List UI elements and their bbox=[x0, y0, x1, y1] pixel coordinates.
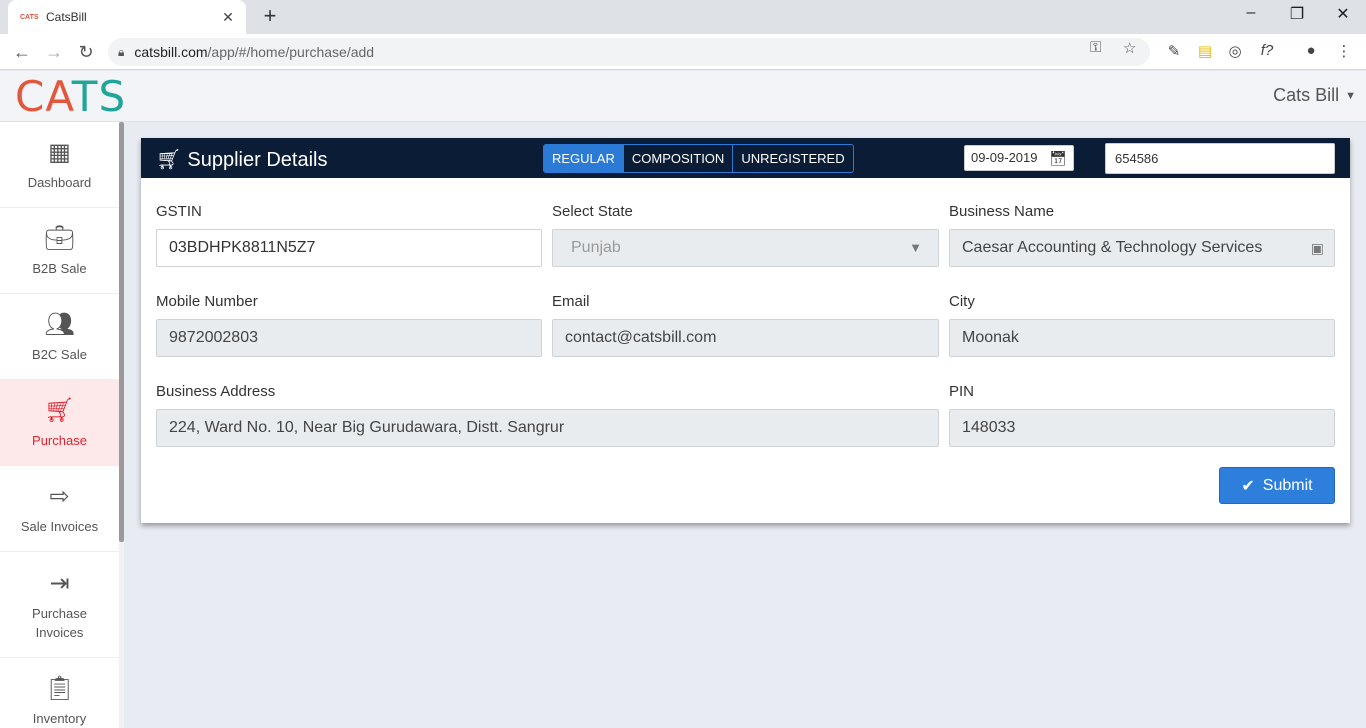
sidebar-scrollbar[interactable] bbox=[119, 122, 124, 728]
state-select[interactable]: Punjab ▼ bbox=[552, 229, 939, 267]
business-name-value: Caesar Accounting & Technology Services bbox=[962, 239, 1263, 256]
tab-title: CatsBill bbox=[46, 10, 87, 24]
caret-down-icon: ▼ bbox=[1345, 90, 1356, 103]
city-input[interactable]: Moonak bbox=[949, 319, 1335, 357]
profile-avatar[interactable]: ● bbox=[1300, 42, 1322, 59]
address-bar[interactable]: 🔒︎ catsbill.com/app/#/home/purchase/add bbox=[108, 38, 1150, 66]
lock-icon: 🔒︎ bbox=[118, 44, 125, 59]
sidebar-item-b2b-sale[interactable]: 💼︎ B2B Sale bbox=[0, 208, 119, 294]
sidebar-item-sale-invoices[interactable]: ⇨ Sale Invoices bbox=[0, 466, 119, 552]
business-name-input[interactable]: Caesar Accounting & Technology Services … bbox=[949, 229, 1335, 267]
type-regular-button[interactable]: REGULAR bbox=[544, 145, 624, 172]
sidebar-item-purchase-invoices[interactable]: ⇥ Purchase Invoices bbox=[0, 552, 119, 658]
new-tab-button[interactable]: + bbox=[258, 5, 282, 27]
pin-label: PIN bbox=[949, 383, 975, 400]
star-icon[interactable]: ☆ bbox=[1123, 39, 1136, 57]
type-composition-button[interactable]: COMPOSITION bbox=[624, 145, 734, 172]
supplier-type-toggle: REGULAR COMPOSITION UNREGISTERED bbox=[543, 144, 854, 173]
sidebar-item-label: Inventory bbox=[32, 711, 87, 726]
cart-icon: 🛒︎ bbox=[156, 149, 182, 171]
date-input[interactable]: 09-09-2019 📅︎ bbox=[964, 145, 1074, 171]
user-name: Cats Bill bbox=[1273, 85, 1340, 105]
sidebar-item-label: Sale Invoices bbox=[20, 519, 99, 534]
gstin-input[interactable]: 03BDHPK8811N5Z7 bbox=[156, 229, 542, 267]
browser-tab[interactable]: CATS CatsBill ✕ bbox=[8, 0, 246, 34]
pin-input[interactable]: 148033 bbox=[949, 409, 1335, 447]
cats-logo[interactable]: CATS bbox=[15, 76, 126, 118]
back-icon[interactable]: ← bbox=[10, 40, 34, 64]
sidebar-item-purchase[interactable]: 🛒︎ Purchase bbox=[0, 380, 119, 466]
browser-tabstrip: CATS CatsBill ✕ + – ❐ ✕ bbox=[0, 0, 1366, 34]
address-label: Business Address bbox=[156, 383, 276, 400]
minimize-icon[interactable]: – bbox=[1228, 4, 1274, 22]
check-icon: ✔ bbox=[1241, 477, 1255, 495]
gstin-label: GSTIN bbox=[156, 203, 202, 220]
card-title: 🛒︎ Supplier Details bbox=[156, 149, 328, 171]
user-menu[interactable]: Cats Bill ▼ bbox=[1273, 85, 1356, 106]
submit-button[interactable]: ✔ Submit bbox=[1219, 467, 1335, 504]
card-header: 🛒︎ Supplier Details REGULAR COMPOSITION U… bbox=[141, 138, 1350, 178]
sidebar-item-dashboard[interactable]: ▦ Dashboard bbox=[0, 122, 119, 208]
sidebar-item-inventory[interactable]: 📋︎ Inventory bbox=[0, 658, 119, 728]
contact-card-icon: ▣ bbox=[1310, 240, 1324, 256]
sidebar-item-b2c-sale[interactable]: 👥︎ B2C Sale bbox=[0, 294, 119, 380]
export-icon: ⇨ bbox=[49, 483, 70, 510]
maximize-icon[interactable]: ❐ bbox=[1274, 4, 1320, 24]
clipboard-icon: 📋︎ bbox=[44, 675, 75, 702]
state-label: Select State bbox=[552, 203, 633, 220]
extension-note-icon[interactable]: ▤ bbox=[1194, 42, 1216, 60]
dropdown-arrow-icon: ▼ bbox=[909, 240, 922, 255]
invoice-number-input[interactable]: 654586 bbox=[1105, 143, 1335, 174]
url-path: /app/#/home/purchase/add bbox=[207, 44, 375, 60]
briefcase-check-icon: 💼︎ bbox=[44, 225, 75, 252]
tab-close-icon[interactable]: ✕ bbox=[220, 9, 236, 26]
business-name-label: Business Name bbox=[949, 203, 1055, 220]
mobile-label: Mobile Number bbox=[156, 293, 258, 310]
cart-icon: 🛒︎ bbox=[44, 397, 75, 424]
sidebar-item-label: B2B Sale bbox=[32, 261, 87, 276]
email-input[interactable]: contact@catsbill.com bbox=[552, 319, 939, 357]
sidebar-item-label: Dashboard bbox=[27, 175, 92, 190]
browser-toolbar: ← → ↻ 🔒︎ catsbill.com/app/#/home/purchas… bbox=[0, 34, 1366, 70]
sidebar: ▦ Dashboard 💼︎ B2B Sale 👥︎ B2C Sale 🛒︎ P… bbox=[0, 122, 119, 728]
close-window-icon[interactable]: ✕ bbox=[1320, 4, 1366, 24]
forward-icon[interactable]: → bbox=[42, 40, 66, 64]
people-icon: 👥︎ bbox=[44, 311, 75, 338]
dashboard-icon: ▦ bbox=[48, 139, 71, 166]
supplier-details-card: 🛒︎ Supplier Details REGULAR COMPOSITION U… bbox=[141, 138, 1350, 523]
extension-pen-icon[interactable]: ✎ bbox=[1163, 42, 1185, 60]
date-value: 09-09-2019 bbox=[971, 150, 1038, 165]
city-label: City bbox=[949, 293, 975, 310]
browser-menu-icon[interactable]: ⋮ bbox=[1333, 42, 1355, 60]
sidebar-item-label: Purchase Invoices bbox=[32, 605, 87, 640]
reload-icon[interactable]: ↻ bbox=[74, 40, 98, 64]
mobile-input[interactable]: 9872002803 bbox=[156, 319, 542, 357]
sidebar-item-label: B2C Sale bbox=[32, 347, 87, 362]
state-value: Punjab bbox=[571, 239, 621, 256]
favicon-icon: CATS bbox=[20, 13, 39, 21]
extension-spiral-icon[interactable]: ◎ bbox=[1224, 42, 1246, 60]
email-label: Email bbox=[552, 293, 590, 310]
sidebar-item-label: Purchase bbox=[32, 433, 87, 448]
url-host: catsbill.com bbox=[134, 44, 208, 60]
app-header: CATS Cats Bill ▼ bbox=[0, 71, 1366, 122]
extension-fx-icon[interactable]: f? bbox=[1256, 42, 1278, 59]
calendar-icon[interactable]: 📅︎ bbox=[1049, 146, 1067, 170]
scrollbar-thumb[interactable] bbox=[119, 122, 124, 542]
import-icon: ⇥ bbox=[49, 569, 70, 597]
key-icon[interactable]: ⚿ bbox=[1090, 39, 1101, 56]
type-unregistered-button[interactable]: UNREGISTERED bbox=[733, 145, 852, 172]
address-input[interactable]: 224, Ward No. 10, Near Big Gurudawara, D… bbox=[156, 409, 939, 447]
